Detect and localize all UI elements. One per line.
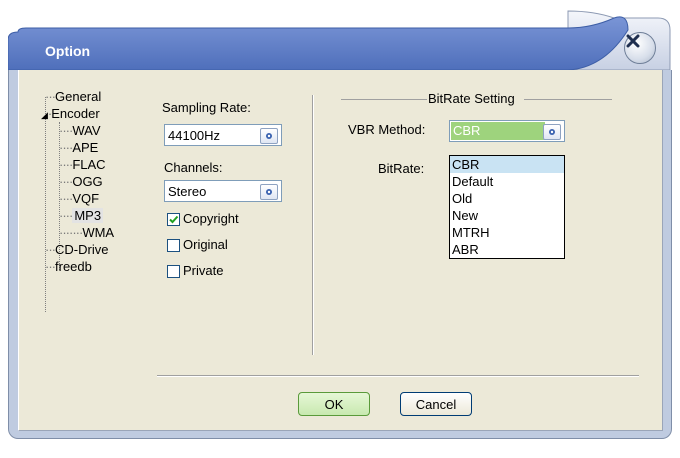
tree-item-label: WAV [72,123,101,138]
tree-item-encoder[interactable]: ◢·Encoder [41,105,100,122]
dropdown-arrow-icon[interactable] [260,184,278,200]
tree-connector: ···· [59,208,73,223]
tree-item-label: MP3 [72,208,104,223]
dialog-title: Option [45,43,91,59]
tree-connector: ···· [59,157,73,172]
tree-item-flac[interactable]: ····FLAC [59,156,106,173]
tree-connector: ······· [59,225,83,240]
horizontal-divider [157,375,639,377]
dropdown-option-default[interactable]: Default [450,173,564,190]
dropdown-option-old[interactable]: Old [450,190,564,207]
private-label[interactable]: Private [183,263,223,278]
checkmark-icon [169,215,179,224]
sampling-rate-select[interactable]: 44100Hz [164,124,282,146]
bitrate-group-title: BitRate Setting [428,91,515,106]
tree-item-label: VQF [72,191,100,206]
tree-item-label: Encoder [51,106,100,121]
dropdown-arrow-icon[interactable] [543,124,561,140]
original-label[interactable]: Original [183,237,228,252]
tree-connector: ··· [45,242,56,257]
tree-item-general[interactable]: ···General [45,88,101,105]
close-icon [626,34,640,48]
channels-select[interactable]: Stereo [164,180,282,202]
channels-value: Stereo [168,184,207,199]
tree-item-label: APE [72,140,99,155]
tree-item-mp3[interactable]: ···· MP3 [59,207,104,224]
title-bar[interactable]: Option [8,10,672,70]
dialog-frame: ···General ◢·Encoder ····WAV ····APE ···… [8,70,672,439]
tree-item-ogg[interactable]: ····OGG [59,173,103,190]
tree-connector: ··· [45,259,56,274]
sampling-rate-label: Sampling Rate: [162,100,251,115]
vbr-method-select[interactable]: CBR [449,120,565,142]
original-checkbox[interactable] [167,239,180,252]
tree-item-vqf[interactable]: ····VQF [59,190,99,207]
options-tree: ···General ◢·Encoder ····WAV ····APE ···… [41,88,149,358]
private-checkbox[interactable] [167,265,180,278]
title-bar-background [8,10,671,70]
channels-label: Channels: [164,160,223,175]
tree-item-ape[interactable]: ····APE [59,139,98,156]
tree-item-wav[interactable]: ····WAV [59,122,101,139]
vbr-method-value: CBR [451,122,545,140]
copyright-label[interactable]: Copyright [183,211,239,226]
close-button[interactable] [624,32,656,64]
tree-item-label: General [55,89,102,104]
bitrate-label: BitRate: [378,161,425,176]
sampling-rate-value: 44100Hz [168,128,221,143]
tree-connector: ···· [59,123,73,138]
cancel-button[interactable]: Cancel [400,392,472,416]
tree-line [45,97,46,312]
collapse-arrow-icon[interactable]: ◢ [41,110,48,120]
vbr-method-dropdown-list: CBR Default Old New MTRH ABR [449,155,565,259]
dropdown-arrow-icon[interactable] [260,128,278,144]
tree-item-label: WMA [82,225,115,240]
tree-item-freedb[interactable]: ···freedb [45,258,92,275]
tree-item-wma[interactable]: ·······WMA [59,224,114,241]
tree-item-label: freedb [55,259,92,274]
option-dialog: Option ···General ◢·Encoder ····WAV ····… [8,10,672,440]
tree-connector: ···· [59,174,73,189]
vertical-divider [312,95,314,355]
dialog-content: ···General ◢·Encoder ····WAV ····APE ···… [18,70,663,431]
dropdown-option-abr[interactable]: ABR [450,241,564,258]
tree-connector: ··· [45,89,56,104]
tree-connector: ···· [59,140,73,155]
dropdown-option-new[interactable]: New [450,207,564,224]
tree-item-label: CD-Drive [55,242,109,257]
group-line [524,99,612,100]
dropdown-option-mtrh[interactable]: MTRH [450,224,564,241]
tree-connector: ···· [59,191,73,206]
tree-item-label: OGG [72,174,103,189]
ok-button[interactable]: OK [298,392,370,416]
group-line [341,99,427,100]
tree-item-cd-drive[interactable]: ···CD-Drive [45,241,108,258]
dropdown-option-cbr[interactable]: CBR [450,156,564,173]
tree-item-label: FLAC [72,157,106,172]
vbr-method-label: VBR Method: [348,122,426,137]
copyright-checkbox[interactable] [167,213,180,226]
